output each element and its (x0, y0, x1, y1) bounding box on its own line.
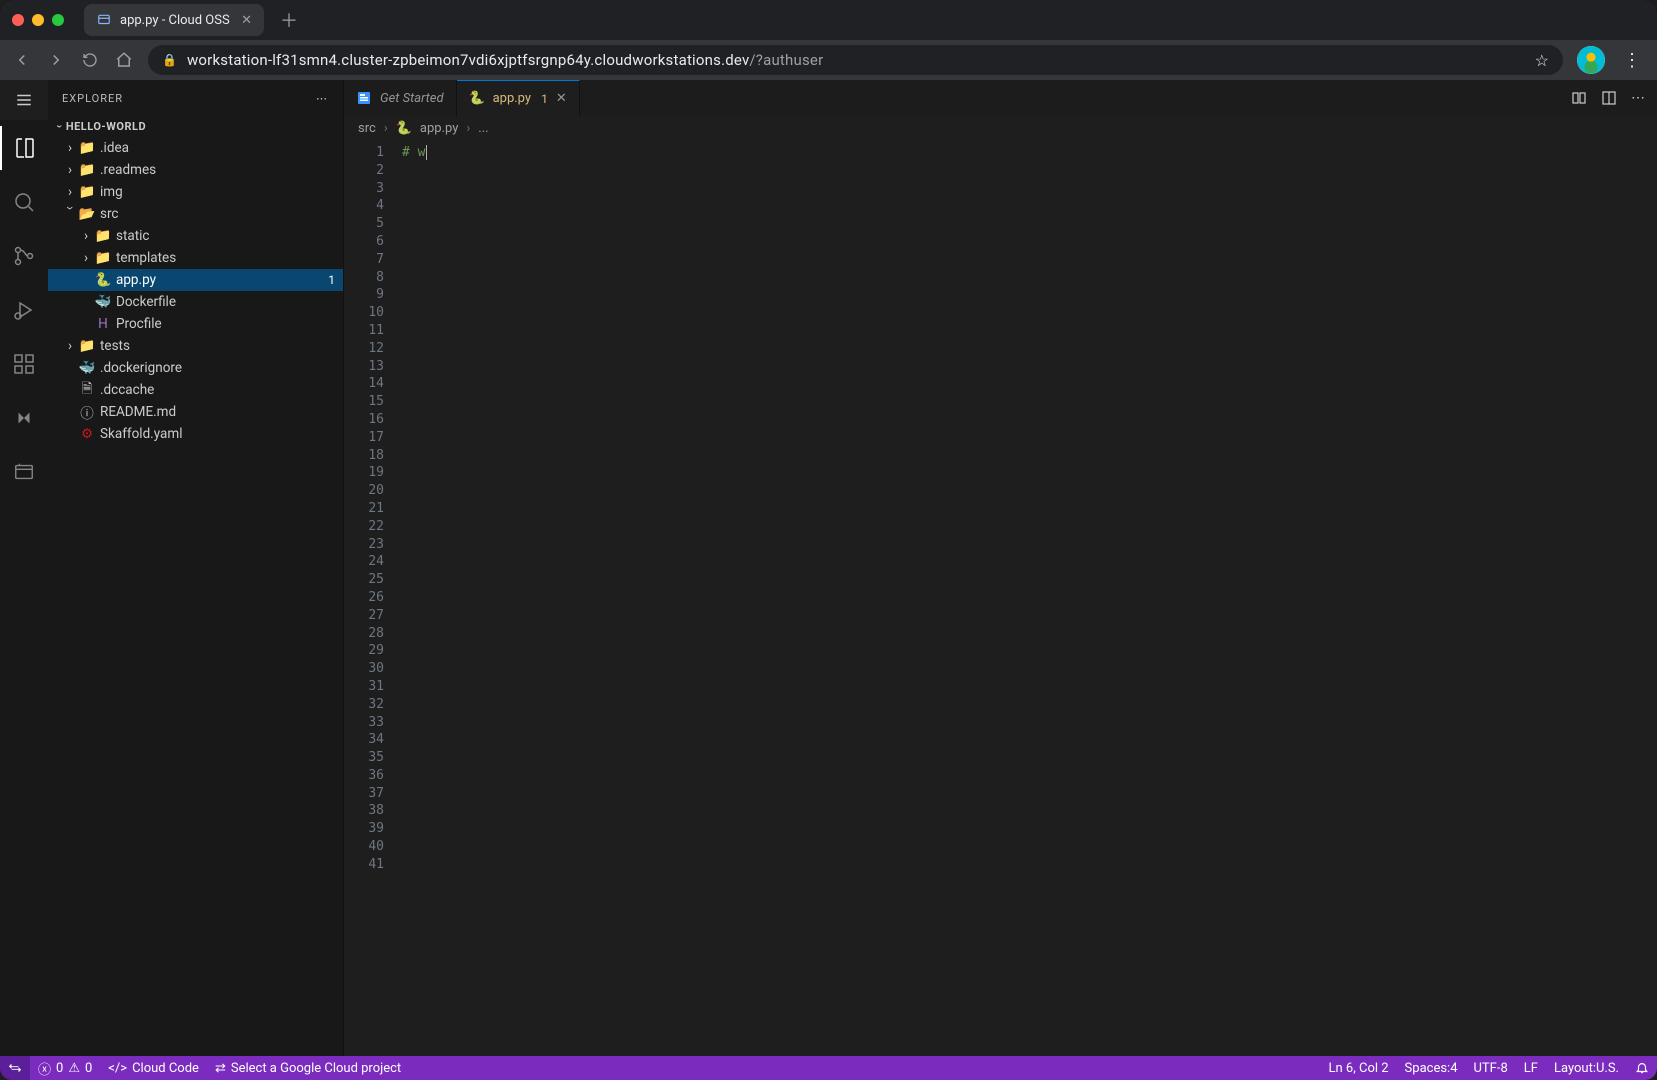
home-icon[interactable] (114, 50, 134, 70)
browser-tab-title: app.py - Cloud OSS (120, 13, 230, 28)
status-bell-icon[interactable] (1627, 1056, 1657, 1080)
vscode-icon (96, 12, 112, 28)
editor: Get Started 🐍 app.py 1 ✕ ⋯ (344, 80, 1657, 1056)
tree-folder-static[interactable]: ›📁static (48, 225, 343, 247)
compare-icon[interactable] (1571, 90, 1587, 106)
error-icon: ⓧ (38, 1059, 51, 1078)
tree-folder-idea[interactable]: ›📁.idea (48, 137, 343, 159)
tree-folder-templates[interactable]: ›📁templates (48, 247, 343, 269)
python-icon: 🐍 (469, 91, 485, 106)
status-encoding[interactable]: UTF-8 (1466, 1056, 1516, 1080)
lock-icon: 🔒 (162, 53, 177, 67)
editor-tabs: Get Started 🐍 app.py 1 ✕ ⋯ (344, 80, 1657, 116)
status-cursor-pos[interactable]: Ln 6, Col 2 (1320, 1056, 1396, 1080)
tree-folder-tests[interactable]: ›📁tests (48, 335, 343, 357)
traffic-lights (12, 14, 64, 26)
gutter: 1234567891011121314151617181920212223242… (344, 140, 394, 1056)
status-select-project[interactable]: ⇄ Select a Google Cloud project (207, 1056, 409, 1080)
window-close-icon[interactable] (12, 14, 24, 26)
bookmark-icon[interactable]: ☆ (1535, 51, 1549, 70)
status-cloud-code[interactable]: </> Cloud Code (100, 1056, 207, 1080)
breadcrumbs[interactable]: src › 🐍 app.py › ... (344, 116, 1657, 140)
forward-icon[interactable] (46, 50, 66, 70)
python-icon: 🐍 (396, 121, 412, 136)
cloud-code-icon[interactable] (0, 396, 48, 440)
url-text: workstation-lf31smn4.cluster-zpbeimon7vd… (187, 51, 823, 69)
more-icon[interactable]: ⋯ (1631, 90, 1645, 106)
source-control-icon[interactable] (0, 234, 48, 278)
tree-file-dockerfile[interactable]: 🐳Dockerfile (48, 291, 343, 313)
hamburger-icon[interactable] (0, 80, 48, 120)
back-icon[interactable] (12, 50, 32, 70)
status-problems[interactable]: ⓧ0 ⚠0 (30, 1056, 100, 1080)
split-editor-icon[interactable] (1601, 90, 1617, 106)
sidebar-title: EXPLORER (62, 92, 123, 105)
window-min-icon[interactable] (32, 14, 44, 26)
extensions-icon[interactable] (0, 342, 48, 386)
warning-icon: ⚠ (68, 1061, 80, 1076)
tab-get-started[interactable]: Get Started (344, 80, 457, 116)
get-started-icon (356, 90, 372, 106)
swap-icon: ⇄ (215, 1061, 226, 1076)
status-indent[interactable]: Spaces:4 (1397, 1056, 1466, 1080)
close-icon[interactable]: ✕ (241, 13, 252, 28)
chrome-menu-icon[interactable]: ⋮ (1619, 50, 1645, 71)
tree-file-app-py[interactable]: 🐍app.py1 (48, 269, 343, 291)
tree-folder-src[interactable]: ›📂src (48, 203, 343, 225)
browser-tab[interactable]: app.py - Cloud OSS ✕ (84, 4, 264, 36)
sidebar-section[interactable]: › HELLO-WORLD (48, 116, 343, 137)
tree-file-dockerignore[interactable]: 🐳.dockerignore (48, 357, 343, 379)
tree-folder-readmes[interactable]: ›📁.readmes (48, 159, 343, 181)
window-max-icon[interactable] (52, 14, 64, 26)
remote-indicator[interactable] (0, 1056, 30, 1080)
sidebar-header: EXPLORER ⋯ (48, 80, 343, 116)
tree-folder-img[interactable]: ›📁img (48, 181, 343, 203)
code-icon: </> (108, 1061, 127, 1076)
profile-avatar[interactable] (1577, 46, 1605, 74)
sidebar-more-icon[interactable]: ⋯ (316, 92, 329, 105)
search-icon[interactable] (0, 180, 48, 224)
modified-badge: 1 (541, 92, 548, 106)
new-tab-button[interactable]: ＋ (272, 7, 306, 33)
browser-tabbar: app.py - Cloud OSS ✕ ＋ (0, 0, 1657, 40)
reload-icon[interactable] (80, 50, 100, 70)
activity-bar (0, 120, 48, 494)
address-bar[interactable]: 🔒 workstation-lf31smn4.cluster-zpbeimon7… (148, 45, 1563, 75)
close-icon[interactable]: ✕ (556, 91, 567, 106)
tab-app-py[interactable]: 🐍 app.py 1 ✕ (457, 80, 580, 116)
tree-file-readme[interactable]: ⓘREADME.md (48, 401, 343, 423)
explorer-icon[interactable] (0, 126, 48, 170)
status-bar: ⓧ0 ⚠0 </> Cloud Code ⇄ Select a Google C… (0, 1056, 1657, 1080)
tree-file-skaffold[interactable]: ⚙Skaffold.yaml (48, 423, 343, 445)
output-icon[interactable] (0, 450, 48, 494)
tree-file-procfile[interactable]: HProcfile (48, 313, 343, 335)
status-eol[interactable]: LF (1516, 1056, 1546, 1080)
file-tree: ›📁.idea ›📁.readmes ›📁img ›📂src ›📁static … (48, 137, 343, 445)
run-debug-icon[interactable] (0, 288, 48, 332)
code-lines[interactable]: # w (394, 140, 1657, 1056)
tree-file-dccache[interactable]: 🗎.dccache (48, 379, 343, 401)
code-editor[interactable]: 1234567891011121314151617181920212223242… (344, 140, 1657, 1056)
status-layout[interactable]: Layout:U.S. (1546, 1056, 1627, 1080)
sidebar: EXPLORER ⋯ › HELLO-WORLD ›📁.idea ›📁.read… (48, 80, 344, 1056)
browser-toolbar: 🔒 workstation-lf31smn4.cluster-zpbeimon7… (0, 40, 1657, 80)
